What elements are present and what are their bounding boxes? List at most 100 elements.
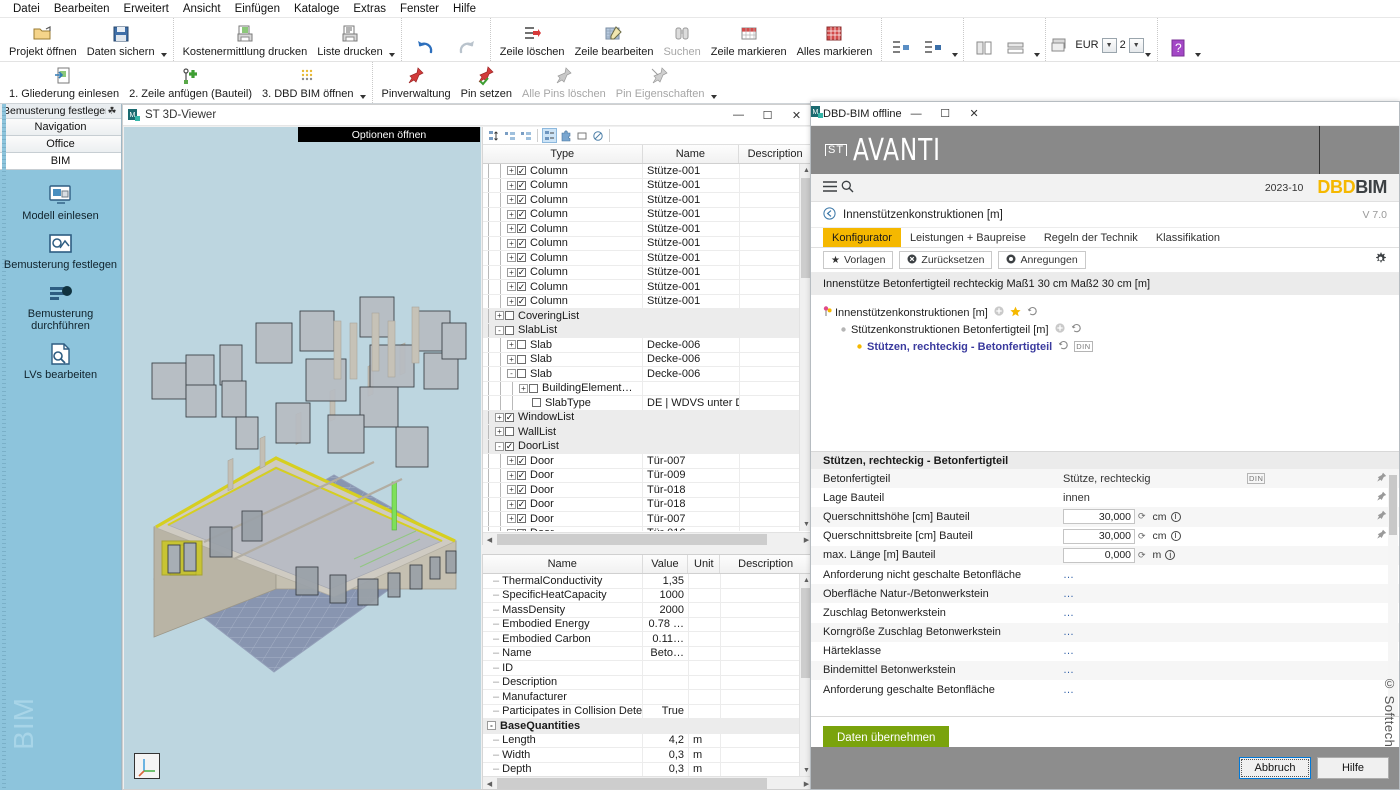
expander-plus-icon[interactable]: + [507, 239, 516, 248]
collapse-level-icon[interactable] [502, 128, 517, 143]
dbd-close-icon[interactable]: ✕ [960, 102, 989, 125]
list-item[interactable]: –Length4,2m [483, 734, 812, 749]
toolbar-item-pin-setzen[interactable]: Pin setzen [456, 62, 517, 103]
history-icon[interactable] [1071, 323, 1082, 337]
options-open-button[interactable]: Optionen öffnen [298, 127, 480, 142]
maximize-icon[interactable]: ☐ [753, 105, 782, 125]
gear-icon[interactable] [1374, 252, 1387, 268]
prop-column-header-name[interactable]: Name [483, 555, 643, 573]
toolbar-item-2-zeile-anf-gen-bauteil[interactable]: 2. Zeile anfügen (Bauteil) [124, 62, 257, 103]
expander-plus-icon[interactable]: + [507, 195, 516, 204]
list-item[interactable]: –Participates in Collision DetectionTrue [483, 705, 812, 720]
toolbar-item-pin-eigenschaften[interactable]: Pin Eigenschaften [611, 62, 710, 103]
axis-orientation-widget[interactable] [134, 753, 160, 779]
plus-circle-icon[interactable] [1055, 323, 1065, 336]
history-icon[interactable] [1058, 340, 1069, 354]
dropdown-arrow-icon-r2-2[interactable] [359, 62, 368, 103]
table-row[interactable]: +ColumnStütze-001 [483, 222, 812, 237]
parameter-ellipsis[interactable]: … [1063, 569, 1075, 581]
table-row[interactable]: +DoorTür-007 [483, 454, 812, 469]
pin-icon-row[interactable] [1376, 472, 1387, 486]
toolbar-item-alles-markieren[interactable]: Alles markieren [792, 18, 878, 61]
sidebar-item-bemusterung-durchf-hren[interactable]: Bemusterung durchführen [0, 280, 121, 332]
parameter-row[interactable]: Bindemittel Betonwerkstein… [811, 661, 1399, 680]
sidebar-item-lvs-bearbeiten[interactable]: LVs bearbeiten [0, 341, 121, 381]
dropdown-arrow-icon[interactable] [388, 18, 397, 61]
row-layout-button[interactable] [1000, 18, 1032, 61]
list-item[interactable]: –Embodied Carbon0.11… [483, 632, 812, 647]
table-row[interactable]: -DoorTür-016 [483, 527, 812, 532]
row-checkbox[interactable] [517, 355, 526, 364]
sidebar-item-bemusterung-festlegen[interactable]: Bemusterung festlegen [0, 231, 121, 271]
row-checkbox[interactable] [517, 210, 526, 219]
toolbar-item-alle-pins-l-schen[interactable]: Alle Pins löschen [517, 62, 611, 103]
outdent-button[interactable] [918, 18, 950, 61]
row-checkbox[interactable] [517, 500, 526, 509]
list-item[interactable]: –Embodied Energy0.78 … [483, 618, 812, 633]
row-checkbox[interactable] [517, 471, 526, 480]
table-row[interactable]: +SlabDecke-006 [483, 338, 812, 353]
table-row[interactable]: +ColumnStütze-001 [483, 295, 812, 310]
menu-item-erweitert[interactable]: Erweitert [116, 2, 175, 16]
parameter-scroll-thumb[interactable] [1389, 475, 1397, 535]
scroll-left-icon[interactable]: ◀ [483, 533, 496, 546]
row-checkbox[interactable] [532, 398, 541, 407]
tree-grid-body[interactable]: +ColumnStütze-001 +ColumnStütze-001 +Colum… [483, 164, 812, 531]
row-checkbox[interactable] [505, 427, 514, 436]
toolbar-item-kostenermittlung-drucken[interactable]: Kostenermittlung drucken [178, 18, 313, 61]
expander-minus-icon[interactable]: - [495, 442, 504, 451]
parameter-row[interactable]: Querschnittshöhe [cm] Bauteil30,000⟳cmi [811, 507, 1399, 526]
toolbar-item-suchen[interactable]: Suchen [658, 18, 705, 61]
tab-konfigurator[interactable]: Konfigurator [823, 228, 901, 247]
list-item[interactable]: -BaseQuantities [483, 719, 812, 734]
parameter-row[interactable]: Anforderung nicht geschalte Betonfläche… [811, 565, 1399, 584]
toolbar-item-redo-icon[interactable] [446, 18, 486, 61]
expand-all-icon[interactable] [486, 128, 501, 143]
prop-column-header-value[interactable]: Value [643, 555, 689, 573]
table-row[interactable]: +ColumnStütze-001 [483, 251, 812, 266]
expander-plus-icon[interactable]: + [507, 253, 516, 262]
expander-plus-icon[interactable]: + [507, 514, 516, 523]
expander-plus-icon[interactable]: + [495, 427, 504, 436]
row-checkbox[interactable] [529, 384, 538, 393]
spin-refresh-icon[interactable]: ⟳ [1138, 550, 1146, 561]
hide-icon[interactable] [590, 128, 605, 143]
indent-button[interactable] [886, 18, 918, 61]
menu-item-ansicht[interactable]: Ansicht [176, 2, 228, 16]
row-checkbox[interactable] [505, 413, 514, 422]
row-checkbox[interactable] [517, 340, 526, 349]
table-row[interactable]: +DoorTür-018 [483, 483, 812, 498]
sidebar-tab-bim[interactable]: BIM [0, 153, 121, 170]
menu-item-extras[interactable]: Extras [346, 2, 393, 16]
expander-plus-icon[interactable]: + [507, 268, 516, 277]
dropdown-arrow-icon[interactable] [160, 18, 169, 61]
tree-column-header-description[interactable]: Description [739, 145, 812, 163]
table-row[interactable]: +DoorTür-018 [483, 498, 812, 513]
parameter-ellipsis[interactable]: … [1063, 645, 1075, 657]
search-icon[interactable] [841, 180, 863, 196]
table-row[interactable]: +WallList [483, 425, 812, 440]
table-row[interactable]: SlabTypeDE | WDVS unter Dec… [483, 396, 812, 411]
parameter-ellipsis[interactable]: … [1063, 684, 1075, 696]
list-item[interactable]: –NameBeto… [483, 647, 812, 662]
expander-plus-icon[interactable]: + [507, 166, 516, 175]
expander-plus-icon[interactable]: + [507, 181, 516, 190]
select-tree-icon[interactable] [542, 128, 557, 143]
row-checkbox[interactable] [517, 239, 526, 248]
parameter-row[interactable]: Oberfläche Natur-/Betonwerkstein… [811, 584, 1399, 603]
tree-horizontal-scrollbar[interactable]: ◀ ▶ [483, 532, 813, 545]
expander-plus-icon[interactable]: + [495, 311, 504, 320]
table-row[interactable]: -SlabDecke-006 [483, 367, 812, 382]
menu-item-bearbeiten[interactable]: Bearbeiten [47, 2, 117, 16]
expander-plus-icon[interactable]: + [507, 500, 516, 509]
properties-horizontal-scrollbar[interactable]: ◀ ▶ [483, 776, 813, 789]
scroll-left-icon-2[interactable]: ◀ [483, 777, 496, 790]
table-row[interactable]: +BuildingElement… [483, 382, 812, 397]
scroll-thumb-h[interactable] [497, 534, 767, 545]
dbd-tree-node-2[interactable]: Stützenkonstruktionen Betonfertigteil [m… [823, 321, 1387, 338]
row-checkbox[interactable] [517, 268, 526, 277]
toolbar-item-undo-icon[interactable] [406, 18, 446, 61]
list-item[interactable]: –ThermalConductivity1,35 [483, 574, 812, 589]
table-row[interactable]: -DoorList [483, 440, 812, 455]
button-anregungen[interactable]: Anregungen [998, 251, 1085, 269]
